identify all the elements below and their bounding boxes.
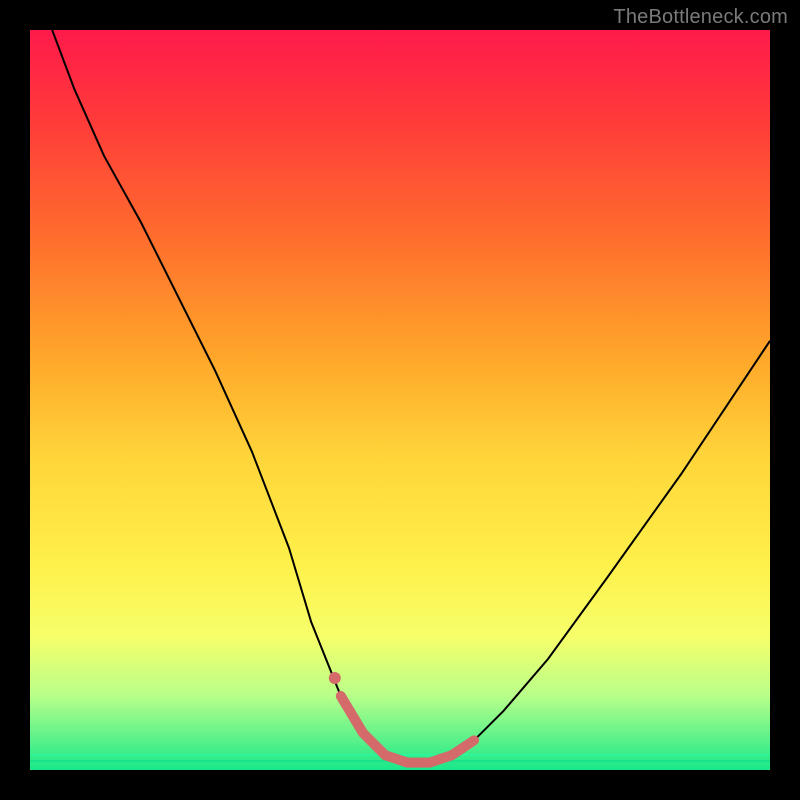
chart-frame: TheBottleneck.com (0, 0, 800, 800)
optimal-zone-dot (329, 672, 341, 684)
optimal-zone-highlight (341, 696, 474, 763)
bottleneck-curve (52, 30, 770, 763)
bottleneck-curve-svg (30, 30, 770, 770)
plot-area (30, 30, 770, 770)
watermark-text: TheBottleneck.com (613, 6, 788, 29)
